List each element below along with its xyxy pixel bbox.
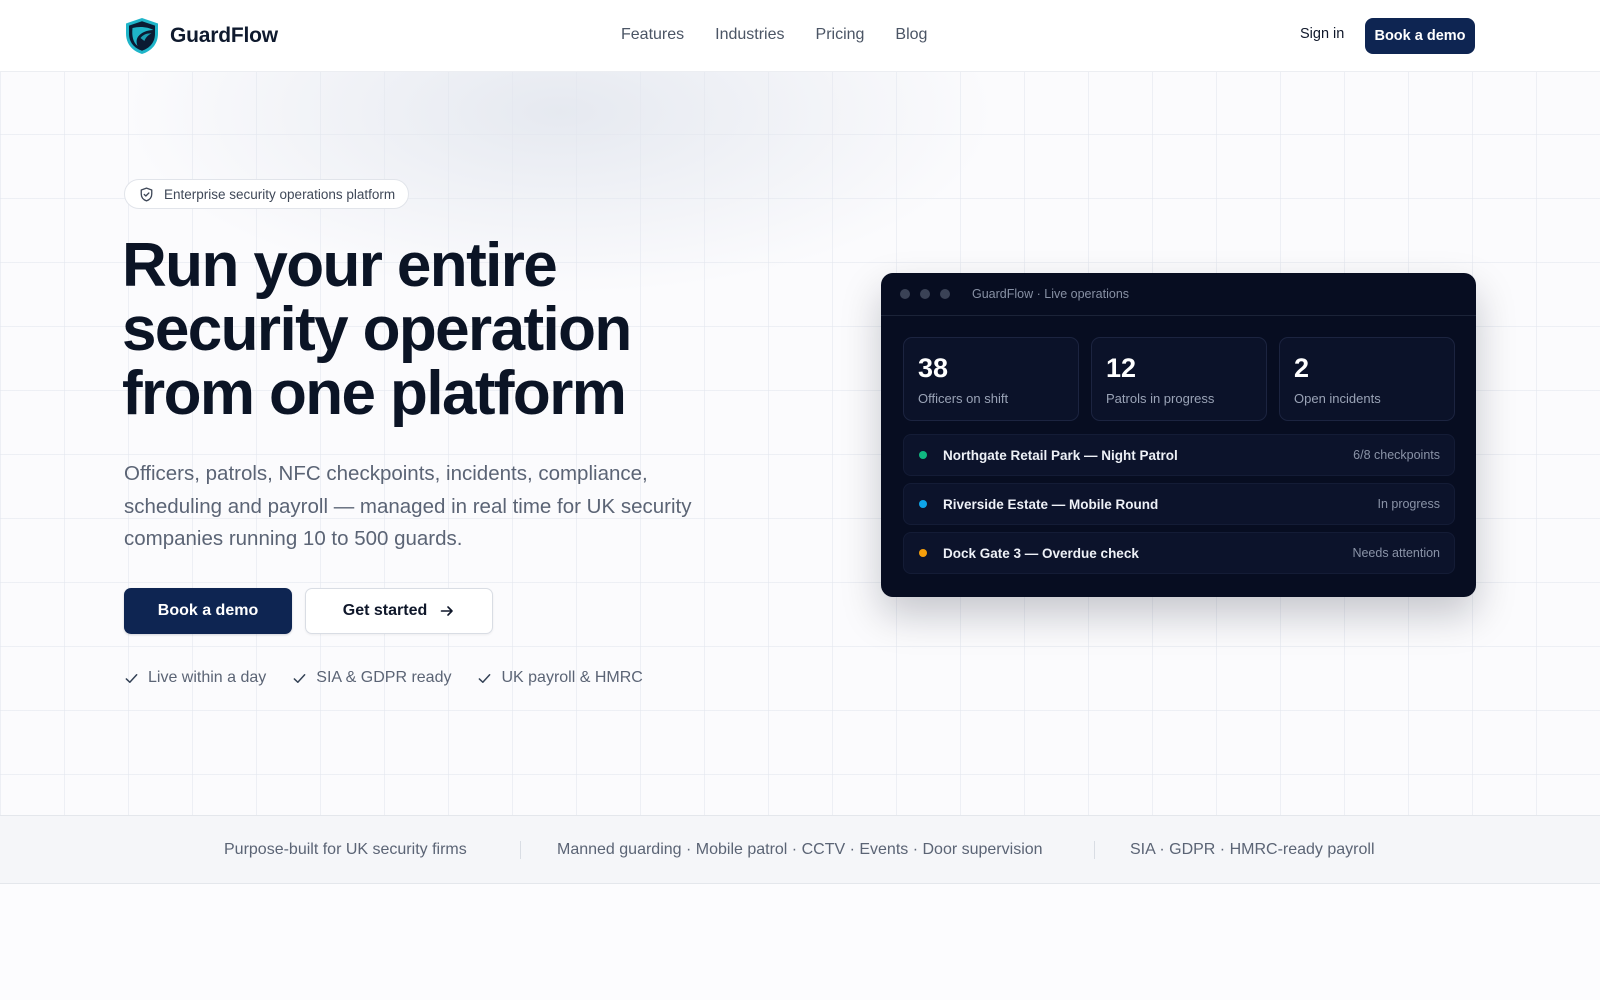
stat-label: Open incidents	[1294, 391, 1381, 406]
shield-check-icon	[140, 186, 153, 202]
check-icon	[125, 673, 138, 683]
window-dot	[940, 289, 950, 299]
platform-badge: Enterprise security operations platform	[124, 179, 410, 209]
live-operations-panel: GuardFlow · Live operations 38 Officers …	[881, 273, 1476, 597]
patrol-title: Northgate Retail Park — Night Patrol	[943, 447, 1178, 463]
checklist-item: SIA & GDPR ready	[292, 669, 451, 687]
check-icon	[479, 673, 491, 683]
patrol-title: Riverside Estate — Mobile Round	[943, 496, 1159, 512]
hero-headline-line: from one platform	[122, 359, 627, 428]
stat-card: 2 Open incidents	[1279, 337, 1455, 421]
patrol-list: Northgate Retail Park — Night Patrol 6/8…	[903, 434, 1455, 581]
stats-row: 38 Officers on shift 12 Patrols in progr…	[903, 337, 1455, 421]
status-dot	[919, 549, 927, 557]
patrol-status: 6/8 checkpoints	[1353, 448, 1440, 462]
brand-link[interactable]: GuardFlow	[124, 17, 278, 55]
checklist-label: SIA & GDPR ready	[316, 669, 452, 686]
get-started-label: Get started	[342, 602, 428, 619]
nav-link-industries[interactable]: Industries	[715, 26, 784, 44]
hero-headline-line: security operation	[122, 295, 632, 364]
checklist-item: UK payroll & HMRC	[477, 669, 643, 687]
stat-card: 12 Patrols in progress	[1091, 337, 1267, 421]
patrol-title: Dock Gate 3 — Overdue check	[943, 545, 1139, 561]
checklist-label: UK payroll & HMRC	[501, 669, 643, 686]
window-dot	[900, 289, 910, 299]
strip-item: Purpose-built for UK security firms	[224, 841, 467, 858]
sign-in-link[interactable]: Sign in	[1300, 26, 1344, 42]
stat-label: Officers on shift	[918, 391, 1009, 406]
checklist-item: Live within a day	[124, 669, 266, 687]
stat-value: 38	[918, 353, 949, 383]
stat-label: Patrols in progress	[1106, 391, 1215, 406]
book-demo-button[interactable]: Book a demo	[124, 588, 292, 634]
patrol-row: Riverside Estate — Mobile Round In progr…	[903, 483, 1455, 525]
patrol-row: Dock Gate 3 — Overdue check Needs attent…	[903, 532, 1455, 574]
nav-link-pricing[interactable]: Pricing	[816, 26, 865, 44]
arrow-right-icon	[440, 606, 454, 616]
stat-card: 38 Officers on shift	[903, 337, 1079, 421]
brand-name: GuardFlow	[170, 24, 278, 47]
stat-value: 12	[1106, 353, 1137, 383]
strip-divider	[1094, 841, 1095, 859]
get-started-button[interactable]: Get started	[305, 588, 493, 634]
strip-item: SIA · GDPR · HMRC-ready payroll	[1130, 841, 1375, 858]
stat-value: 2	[1294, 353, 1310, 383]
page-continuation	[0, 884, 1600, 1000]
patrol-status: Needs attention	[1352, 546, 1440, 560]
trust-strip: Purpose-built for UK security firms Mann…	[0, 815, 1600, 884]
hero-subtitle: Officers, patrols, NFC checkpoints, inci…	[124, 462, 692, 550]
patrol-status: In progress	[1377, 497, 1440, 511]
patrol-row: Northgate Retail Park — Night Patrol 6/8…	[903, 434, 1455, 476]
hero-section: Enterprise security operations platform …	[0, 72, 1600, 815]
panel-title: GuardFlow · Live operations	[972, 287, 1130, 301]
main-nav: Features Industries Pricing Blog	[621, 26, 958, 44]
checklist-label: Live within a day	[148, 669, 267, 686]
shield-logo-icon	[126, 18, 158, 54]
hero-headline-line: Run your entire	[122, 231, 558, 300]
nav-link-blog[interactable]: Blog	[895, 26, 927, 44]
strip-divider	[520, 841, 521, 859]
platform-badge-text: Enterprise security operations platform	[164, 186, 396, 202]
strip-item: Manned guarding · Mobile patrol · CCTV ·…	[557, 841, 1043, 858]
status-dot	[919, 500, 927, 508]
header-book-demo-button[interactable]: Book a demo	[1365, 18, 1475, 54]
panel-titlebar: GuardFlow · Live operations	[881, 273, 1476, 316]
hero-headline: Run your entire security operation from …	[122, 234, 762, 426]
feature-checklist: Live within a day SIA & GDPR ready UK pa…	[124, 669, 669, 687]
status-dot	[919, 451, 927, 459]
window-dot	[920, 289, 930, 299]
nav-link-features[interactable]: Features	[621, 26, 684, 44]
check-icon	[293, 673, 306, 683]
top-navigation-bar: GuardFlow Features Industries Pricing Bl…	[0, 0, 1600, 72]
